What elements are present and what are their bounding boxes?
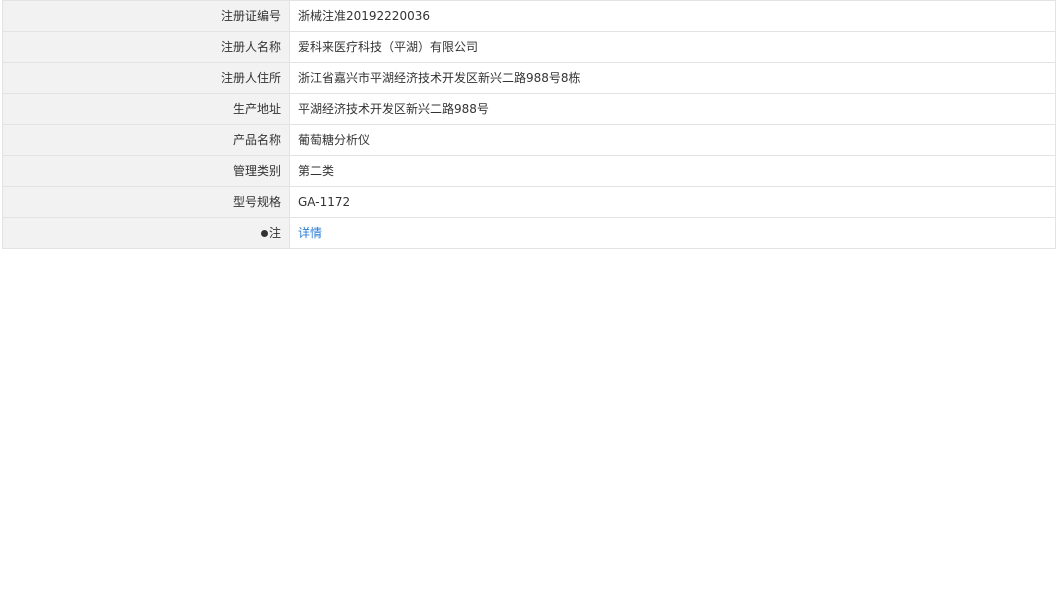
table-row: 生产地址 平湖经济技术开发区新兴二路988号 bbox=[2, 93, 1056, 125]
row-label: 型号规格 bbox=[2, 186, 290, 218]
row-value: 浙江省嘉兴市平湖经济技术开发区新兴二路988号8栋 bbox=[289, 62, 1056, 94]
table-row: 产品名称 葡萄糖分析仪 bbox=[2, 124, 1056, 156]
lightbulb-icon bbox=[260, 230, 268, 237]
row-value: 爱科来医疗科技（平湖）有限公司 bbox=[289, 31, 1056, 63]
row-label: 注册证编号 bbox=[2, 0, 290, 32]
row-label: 产品名称 bbox=[2, 124, 290, 156]
note-label: 注 bbox=[268, 226, 281, 240]
row-value: 第二类 bbox=[289, 155, 1056, 187]
table-row: 型号规格 GA-1172 bbox=[2, 186, 1056, 218]
row-value: 详情 bbox=[289, 217, 1056, 249]
registration-detail-table: 注册证编号 浙械注准20192220036 注册人名称 爱科来医疗科技（平湖）有… bbox=[2, 0, 1056, 249]
row-label: 注册人名称 bbox=[2, 31, 290, 63]
table-row: 注册证编号 浙械注准20192220036 bbox=[2, 0, 1056, 32]
table-row: 注册人名称 爱科来医疗科技（平湖）有限公司 bbox=[2, 31, 1056, 63]
table-row: 注册人住所 浙江省嘉兴市平湖经济技术开发区新兴二路988号8栋 bbox=[2, 62, 1056, 94]
row-value: GA-1172 bbox=[289, 186, 1056, 218]
row-value: 葡萄糖分析仪 bbox=[289, 124, 1056, 156]
row-value: 平湖经济技术开发区新兴二路988号 bbox=[289, 93, 1056, 125]
row-label: 注 bbox=[2, 217, 290, 249]
row-label: 管理类别 bbox=[2, 155, 290, 187]
table-row-note: 注 详情 bbox=[2, 217, 1056, 249]
table-row: 管理类别 第二类 bbox=[2, 155, 1056, 187]
details-link[interactable]: 详情 bbox=[298, 226, 322, 240]
row-label: 生产地址 bbox=[2, 93, 290, 125]
row-value: 浙械注准20192220036 bbox=[289, 0, 1056, 32]
row-label: 注册人住所 bbox=[2, 62, 290, 94]
